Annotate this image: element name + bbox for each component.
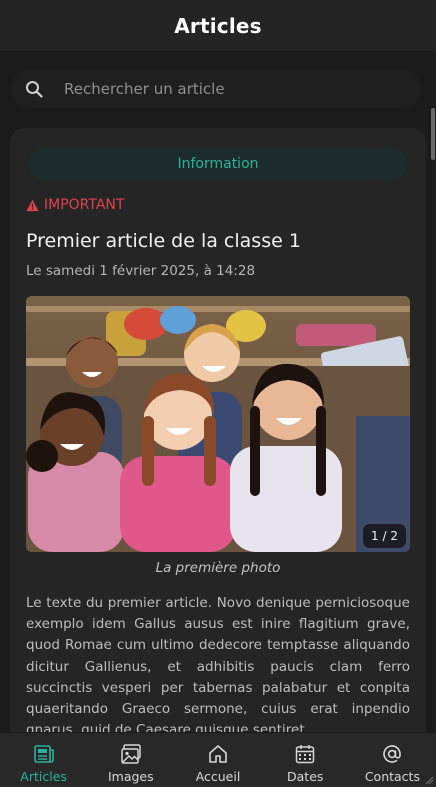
nav-item-dates[interactable]: Dates	[262, 733, 349, 787]
nav-item-accueil[interactable]: Accueil	[174, 733, 261, 787]
important-badge: IMPORTANT	[26, 197, 124, 213]
nav-label: Images	[107, 769, 154, 784]
page-title: Articles	[174, 13, 262, 38]
calendar-icon	[293, 742, 317, 766]
article-title: Premier article de la classe 1	[26, 230, 301, 252]
nav-item-contacts[interactable]: Contacts	[349, 733, 436, 787]
main-content[interactable]: Information IMPORTANT Premier article de…	[0, 52, 436, 732]
article-card[interactable]: Information IMPORTANT Premier article de…	[10, 128, 426, 732]
scrollbar-thumb[interactable]	[431, 108, 435, 160]
nav-label: Accueil	[195, 769, 241, 784]
nav-item-images[interactable]: Images	[87, 733, 174, 787]
newspaper-icon	[32, 742, 56, 766]
search-icon	[24, 79, 44, 99]
top-app-bar: Articles	[0, 0, 436, 52]
article-date: Le samedi 1 février 2025, à 14:28	[26, 263, 256, 279]
resize-grip-icon[interactable]	[424, 775, 434, 785]
search-input[interactable]	[64, 80, 404, 98]
home-icon	[206, 742, 230, 766]
nav-label: Contacts	[364, 769, 420, 784]
classroom-photo-illustration	[26, 296, 410, 552]
important-label: IMPORTANT	[44, 197, 125, 213]
warning-icon	[26, 199, 39, 211]
nav-label: Dates	[287, 769, 324, 784]
nav-item-articles[interactable]: Articles	[0, 733, 87, 787]
nav-label: Articles	[20, 769, 67, 784]
photo-counter: 1 / 2	[363, 524, 406, 548]
bottom-navigation: Articles Images Accueil Dates Contacts	[0, 732, 436, 787]
photo-caption: La première photo	[155, 560, 281, 576]
search-bar[interactable]	[10, 70, 422, 108]
category-chip[interactable]: Information	[29, 148, 407, 180]
article-body: Le texte du premier article. Novo deniqu…	[26, 595, 410, 732]
article-photo[interactable]: 1 / 2	[26, 296, 410, 552]
at-icon	[380, 742, 404, 766]
images-icon	[119, 742, 143, 766]
